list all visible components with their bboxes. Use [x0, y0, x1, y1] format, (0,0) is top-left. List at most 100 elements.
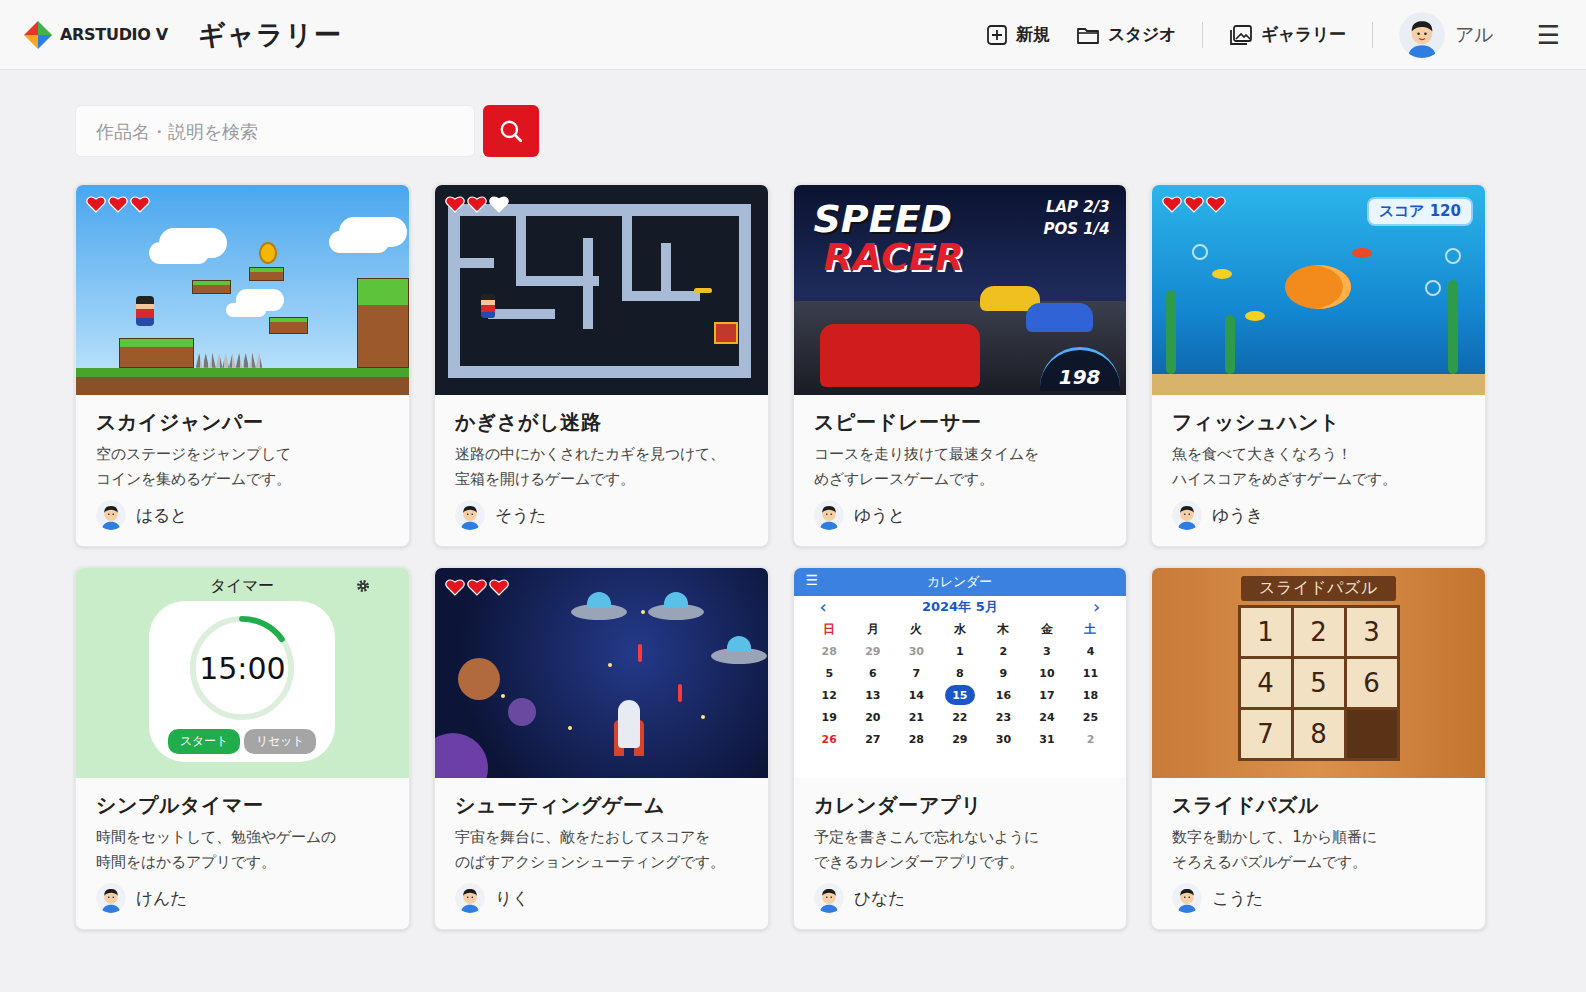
nav-divider [1202, 22, 1203, 48]
calendar-day[interactable]: 14 [905, 685, 927, 705]
author-name: ゆうと [854, 504, 905, 527]
puzzle-tile[interactable]: 1 [1241, 608, 1291, 656]
calendar-day[interactable]: 30 [905, 641, 927, 661]
calendar-day[interactable]: 29 [949, 729, 971, 749]
calendar-day[interactable]: 13 [862, 685, 884, 705]
calendar-day[interactable]: 3 [1036, 641, 1058, 661]
search-bar [75, 105, 1486, 157]
calendar-day[interactable]: 10 [1036, 663, 1058, 683]
author-avatar-icon [455, 883, 485, 913]
author[interactable]: はると [96, 500, 389, 530]
user-menu[interactable]: アル [1399, 12, 1493, 58]
month-nav: ‹2024年 5月› [794, 596, 1127, 618]
work-card[interactable]: スコア 120フィッシュハント魚を食べて大きくなろう！ハイスコアをめざすゲームで… [1151, 184, 1486, 547]
puzzle-tile[interactable]: 8 [1294, 710, 1344, 758]
work-card[interactable]: かぎさがし迷路迷路の中にかくされたカギを見つけて、宝箱を開けるゲームです。そうた [434, 184, 769, 547]
calendar-day[interactable]: 19 [818, 707, 840, 727]
heart-icon [86, 195, 106, 213]
nav-item[interactable]: 新規 [986, 23, 1050, 46]
author[interactable]: ひなた [814, 883, 1107, 913]
calendar-day[interactable]: 12 [818, 685, 840, 705]
top-bar: ARSTUDIO Vギャラリー新規スタジオギャラリーアル☰ [0, 0, 1586, 70]
heart-icon [445, 195, 465, 213]
author[interactable]: けんた [96, 883, 389, 913]
author-name: はると [136, 504, 187, 527]
lives-hearts [445, 578, 509, 596]
calendar-day[interactable]: 28 [818, 641, 840, 661]
calendar-day[interactable]: 9 [992, 663, 1014, 683]
nav-item[interactable]: スタジオ [1076, 23, 1176, 46]
calendar-day[interactable]: 8 [949, 663, 971, 683]
plus-box-icon [986, 24, 1008, 46]
calendar-day[interactable]: 7 [905, 663, 927, 683]
player-sprite [136, 296, 154, 326]
calendar-day[interactable]: 15 [945, 685, 975, 705]
work-card[interactable]: スカイジャンパー空のステージをジャンプしてコインを集めるゲームです。はると [75, 184, 410, 547]
calendar-header: ☰カレンダー [794, 568, 1127, 596]
calendar-day[interactable]: 27 [862, 729, 884, 749]
brand-logo[interactable]: ARSTUDIO V [22, 19, 168, 51]
nav-item[interactable]: ギャラリー [1229, 23, 1346, 46]
work-card[interactable]: シューティングゲーム宇宙を舞台に、敵をたおしてスコアをのばすアクションシューティ… [434, 567, 769, 930]
work-card[interactable]: タイマー15:00スタートリセットシンプルタイマー時間をセットして、勉強やゲーム… [75, 567, 410, 930]
start-button[interactable]: スタート [168, 729, 240, 754]
calendar-day[interactable]: 1 [949, 641, 971, 661]
work-title: カレンダーアプリ [814, 792, 1107, 819]
puzzle-tile[interactable]: 5 [1294, 659, 1344, 707]
calendar-day[interactable]: 23 [992, 707, 1014, 727]
calendar-day[interactable]: 31 [1036, 729, 1058, 749]
puzzle-title: スライドパズル [1241, 576, 1396, 601]
calendar-day[interactable]: 24 [1036, 707, 1058, 727]
card-body: フィッシュハント魚を食べて大きくなろう！ハイスコアをめざすゲームです。ゆうき [1152, 395, 1485, 546]
puzzle-tile[interactable]: 7 [1241, 710, 1291, 758]
calendar-day[interactable]: 2 [992, 641, 1014, 661]
calendar-day[interactable]: 4 [1079, 641, 1101, 661]
author[interactable]: ゆうと [814, 500, 1107, 530]
author[interactable]: そうた [455, 500, 748, 530]
calendar-day[interactable]: 6 [862, 663, 884, 683]
card-body: シンプルタイマー時間をセットして、勉強やゲームの時間をはかるアプリです。けんた [76, 778, 409, 929]
magnifier-icon [498, 118, 524, 144]
next-month-button[interactable]: › [1093, 598, 1100, 616]
calendar-day[interactable]: 28 [905, 729, 927, 749]
platform-block [249, 267, 284, 282]
calendar-day[interactable]: 25 [1079, 707, 1101, 727]
calendar-day[interactable]: 20 [862, 707, 884, 727]
calendar-day[interactable]: 29 [862, 641, 884, 661]
work-title: フィッシュハント [1172, 409, 1465, 436]
calendar-day[interactable]: 17 [1036, 685, 1058, 705]
calendar-day[interactable]: 11 [1079, 663, 1101, 683]
search-input[interactable] [75, 105, 475, 157]
cloud-shape [149, 242, 209, 264]
author-avatar-icon [1172, 500, 1202, 530]
puzzle-tile[interactable]: 6 [1347, 659, 1397, 707]
calendar-day[interactable]: 21 [905, 707, 927, 727]
work-card[interactable]: スライドパズル12345678スライドパズル数字を動かして、1から順番にそろえる… [1151, 567, 1486, 930]
work-card[interactable]: ☰カレンダー‹2024年 5月›日月火水木金土28293012345678910… [793, 567, 1128, 930]
reset-button[interactable]: リセット [244, 729, 316, 754]
work-card[interactable]: SPEEDRACERLAP 2/3POS 1/4198スピードレーサーコースを走… [793, 184, 1128, 547]
fish-shape [1285, 265, 1351, 309]
fish-shape [1212, 269, 1232, 279]
menu-button[interactable]: ☰ [1533, 20, 1564, 50]
calendar-day[interactable]: 5 [818, 663, 840, 683]
puzzle-tile[interactable]: 3 [1347, 608, 1397, 656]
author[interactable]: ゆうき [1172, 500, 1465, 530]
calendar-day[interactable]: 30 [992, 729, 1014, 749]
author[interactable]: こうた [1172, 883, 1465, 913]
search-button[interactable] [483, 105, 539, 157]
platform-block [192, 280, 231, 295]
gear-icon[interactable] [355, 578, 371, 594]
menu-button[interactable]: ☰ [806, 572, 819, 588]
calendar-day[interactable]: 2 [1079, 729, 1101, 749]
calendar-day[interactable]: 26 [818, 729, 840, 749]
prev-month-button[interactable]: ‹ [820, 598, 827, 616]
calendar-day[interactable]: 18 [1079, 685, 1101, 705]
calendar-day[interactable]: 16 [992, 685, 1014, 705]
platform-block [119, 338, 194, 367]
puzzle-tile[interactable]: 2 [1294, 608, 1344, 656]
puzzle-tile[interactable]: 4 [1241, 659, 1291, 707]
author[interactable]: りく [455, 883, 748, 913]
cloud-shape [329, 231, 389, 253]
calendar-day[interactable]: 22 [949, 707, 971, 727]
